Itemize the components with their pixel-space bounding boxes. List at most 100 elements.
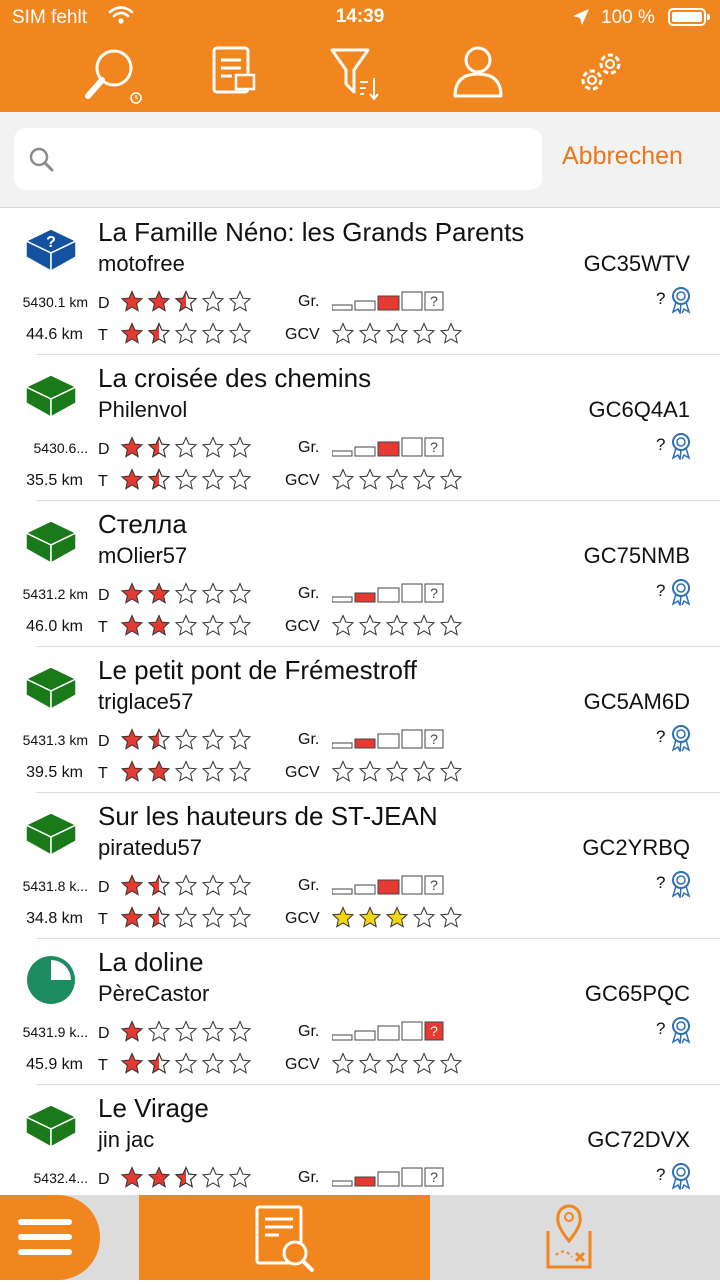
cache-row[interactable]: Sur les hauteurs de ST-JEAN piratedu57 G… — [0, 793, 720, 939]
size-label: Gr. — [298, 1023, 320, 1040]
cache-owner: piratedu57 — [98, 835, 202, 860]
cancel-button[interactable]: Abbrechen — [562, 142, 683, 171]
cache-distance-secondary: 39.5 km — [26, 764, 83, 781]
favorite-ribbon-icon — [670, 1162, 692, 1195]
menu-button[interactable] — [0, 1195, 100, 1280]
difficulty-stars — [120, 873, 260, 899]
battery-percent: 100 % — [601, 7, 655, 28]
cache-name: Sur les hauteurs de ST-JEAN — [98, 801, 438, 831]
cache-code: GC5AM6D — [583, 689, 690, 714]
favorites-count: ? — [656, 289, 666, 308]
cache-name: Стелла — [98, 509, 187, 539]
cache-distance: 5431.9 k... — [22, 1024, 88, 1040]
cache-owner: PèreCastor — [98, 981, 210, 1006]
traditional-cache-icon — [24, 1099, 78, 1151]
cache-distance: 5430.6... — [33, 440, 89, 456]
cache-list: ? La Famille Néno: les Grands Parents mo… — [0, 209, 720, 1195]
gcvote-label: GCV — [285, 472, 320, 489]
status-bar: SIM fehlt 14:39 100 % — [0, 0, 720, 36]
cache-code: GC72DVX — [587, 1127, 690, 1152]
cache-distance-secondary: 45.9 km — [26, 1056, 83, 1073]
cache-name: La croisée des chemins — [98, 363, 372, 393]
cache-row[interactable]: Le Virage jin jac GC72DVX 5432.4... D Gr… — [0, 1085, 720, 1195]
terrain-label: T — [98, 327, 108, 344]
cache-code: GC65PQC — [584, 981, 690, 1006]
map-icon — [546, 1204, 592, 1269]
svg-text:?: ? — [430, 1023, 438, 1039]
search-history-icon[interactable] — [80, 44, 142, 104]
cache-code: GC6Q4A1 — [588, 397, 691, 422]
top-toolbar — [0, 36, 720, 112]
terrain-label: T — [98, 765, 108, 782]
difficulty-stars — [120, 435, 260, 461]
bottom-bar — [0, 1195, 720, 1280]
svg-text:?: ? — [430, 877, 438, 893]
settings-icon[interactable] — [574, 44, 634, 104]
cache-distance-secondary: 46.0 km — [26, 618, 83, 635]
size-indicator: ? — [331, 727, 452, 756]
difficulty-label: D — [98, 879, 110, 896]
cache-owner: motofree — [98, 251, 185, 276]
cache-name: La doline — [98, 947, 204, 977]
traditional-cache-icon — [24, 369, 78, 421]
cache-distance-secondary: 44.6 km — [26, 326, 83, 343]
favorite-ribbon-icon — [670, 870, 692, 903]
search-icon — [28, 146, 54, 177]
search-field[interactable] — [14, 128, 542, 190]
cache-name: Le Virage — [98, 1093, 209, 1123]
gcvote-stars — [331, 467, 471, 493]
gcvote-label: GCV — [285, 326, 320, 343]
list-view-button[interactable] — [139, 1195, 430, 1280]
cache-code: GC75NMB — [583, 543, 690, 568]
size-label: Gr. — [298, 293, 320, 310]
favorites-count: ? — [656, 1019, 666, 1038]
list-search-icon — [255, 1205, 314, 1272]
hamburger-icon — [18, 1219, 72, 1255]
terrain-stars — [120, 467, 260, 493]
cache-row[interactable]: Стелла mOlier57 GC75NMB 5431.2 km 46.0 k… — [0, 501, 720, 647]
cache-row[interactable]: La doline PèreCastor GC65PQC 5431.9 k...… — [0, 939, 720, 1085]
favorite-ribbon-icon — [670, 724, 692, 757]
cache-distance: 5432.4... — [33, 1170, 89, 1186]
difficulty-stars — [120, 289, 260, 315]
gcvote-stars — [331, 321, 471, 347]
favorite-ribbon-icon — [670, 432, 692, 465]
filter-sort-icon[interactable] — [328, 44, 388, 104]
favorites-count: ? — [656, 581, 666, 600]
gcvote-label: GCV — [285, 910, 320, 927]
svg-text:?: ? — [430, 439, 438, 455]
cache-row[interactable]: Le petit pont de Frémestroff triglace57 … — [0, 647, 720, 793]
cache-owner: Philenvol — [98, 397, 188, 422]
traditional-cache-icon — [24, 807, 78, 859]
cache-row[interactable]: La croisée des chemins Philenvol GC6Q4A1… — [0, 355, 720, 501]
cache-distance-secondary: 34.8 km — [26, 910, 83, 927]
user-icon[interactable] — [451, 44, 511, 104]
favorite-ribbon-icon — [670, 1016, 692, 1049]
cache-list-icon[interactable] — [206, 44, 266, 104]
traditional-cache-icon — [24, 515, 78, 567]
terrain-stars — [120, 613, 260, 639]
terrain-label: T — [98, 473, 108, 490]
traditional-cache-icon — [24, 661, 78, 713]
difficulty-label: D — [98, 587, 110, 604]
cache-owner: jin jac — [98, 1127, 155, 1152]
gcvote-label: GCV — [285, 1056, 320, 1073]
cache-distance: 5431.2 km — [22, 586, 88, 602]
gcvote-stars — [331, 613, 471, 639]
size-label: Gr. — [298, 731, 320, 748]
terrain-label: T — [98, 619, 108, 636]
favorites-count: ? — [656, 873, 666, 892]
size-label: Gr. — [298, 585, 320, 602]
difficulty-stars — [120, 1165, 260, 1191]
difficulty-label: D — [98, 1171, 110, 1188]
gcvote-stars — [331, 759, 471, 785]
cache-distance-secondary: 35.5 km — [26, 472, 83, 489]
favorites-count: ? — [656, 727, 666, 746]
search-input[interactable] — [70, 138, 524, 180]
terrain-stars — [120, 905, 260, 931]
cache-row[interactable]: ? La Famille Néno: les Grands Parents mo… — [0, 209, 720, 355]
map-view-button[interactable] — [430, 1195, 720, 1280]
difficulty-label: D — [98, 733, 110, 750]
size-indicator: ? — [331, 581, 452, 610]
cache-distance: 5431.8 k... — [22, 878, 88, 894]
